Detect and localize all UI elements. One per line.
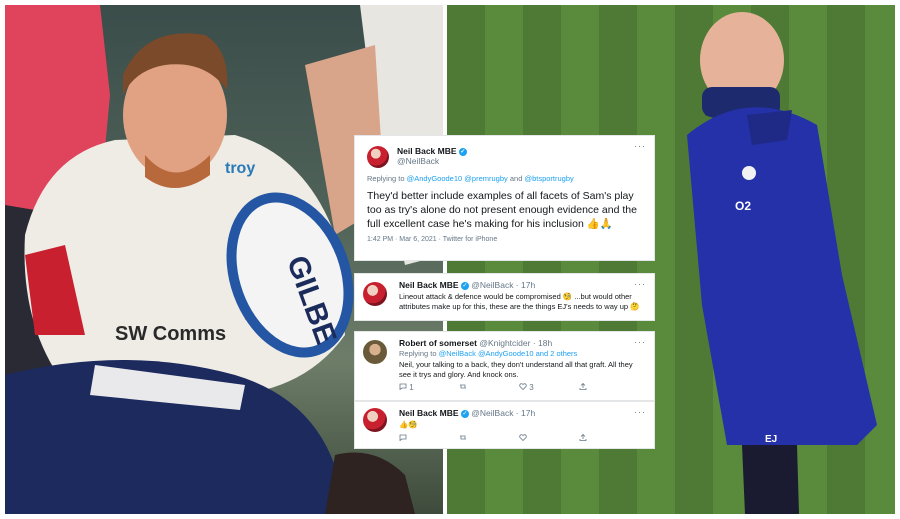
- reply-icon: [399, 383, 407, 390]
- o2-logo-text: O2: [735, 199, 751, 213]
- avatar[interactable]: [363, 282, 387, 306]
- action-bar: [399, 434, 639, 443]
- tweet-text: Neil, your talking to a back, they don't…: [399, 360, 633, 379]
- verified-icon: ✓: [460, 281, 469, 290]
- retweet-button[interactable]: [459, 434, 519, 443]
- author-name[interactable]: Robert of somerset: [399, 338, 477, 348]
- author-handle[interactable]: @NeilBack · 17h: [471, 280, 535, 290]
- reply-count: 1: [409, 383, 414, 392]
- retweet-icon: [460, 435, 466, 440]
- mention-link[interactable]: and 2 others: [536, 349, 578, 358]
- tweet-text: 👍🧐: [399, 420, 418, 429]
- like-button[interactable]: 3: [519, 383, 579, 392]
- author-line: Neil Back MBE ✓ @NeilBack · 17h: [399, 280, 646, 290]
- more-icon[interactable]: ···: [634, 407, 646, 417]
- reply-button[interactable]: 1: [399, 383, 459, 392]
- mention-link[interactable]: @NeilBack: [439, 349, 476, 358]
- replying-to-line: Replying to @AndyGoode10 @premrugby and …: [367, 174, 574, 183]
- author-line: Robert of somerset @Knightcider · 18h: [399, 338, 646, 348]
- author-name[interactable]: Neil Back MBE: [399, 280, 459, 290]
- avatar[interactable]: [363, 340, 387, 364]
- verified-icon: ✓: [460, 409, 469, 418]
- author-handle[interactable]: @Knightcider · 18h: [479, 338, 552, 348]
- author-name[interactable]: Neil Back MBE: [399, 408, 459, 418]
- heart-icon: [519, 434, 527, 441]
- tweet-text: Lineout attack & defence would be compro…: [399, 292, 640, 311]
- verified-icon: ✓: [458, 147, 467, 156]
- author-name[interactable]: Neil Back MBE ✓: [397, 146, 642, 156]
- more-icon[interactable]: ···: [634, 141, 646, 151]
- action-bar: 1 3: [399, 383, 639, 392]
- replying-to-line: Replying to @NeilBack @AndyGoode10 and 2…: [399, 349, 578, 358]
- mention-link[interactable]: @premrugby: [464, 174, 507, 183]
- author-handle[interactable]: @NeilBack · 17h: [471, 408, 535, 418]
- coach-initials: EJ: [765, 434, 777, 445]
- reply-button[interactable]: [399, 434, 459, 443]
- share-button[interactable]: [579, 434, 639, 443]
- like-count: 3: [529, 383, 534, 392]
- tweet-meta[interactable]: 1:42 PM · Mar 6, 2021 · Twitter for iPho…: [367, 236, 642, 243]
- share-icon: [579, 434, 587, 441]
- share-button[interactable]: [579, 383, 639, 392]
- sponsor-text-2: troy: [225, 160, 255, 177]
- sponsor-text: SW Comms: [115, 323, 226, 345]
- more-icon[interactable]: ···: [634, 337, 646, 347]
- mention-link[interactable]: @AndyGoode10: [478, 349, 534, 358]
- reply-tweet-card: ··· Neil Back MBE ✓ @NeilBack · 17h Line…: [355, 274, 654, 320]
- more-icon[interactable]: ···: [634, 279, 646, 289]
- avatar[interactable]: [367, 146, 389, 168]
- like-button[interactable]: [519, 434, 579, 443]
- mention-link[interactable]: @AndyGoode10: [407, 174, 463, 183]
- author-handle[interactable]: @NeilBack: [397, 156, 642, 166]
- mention-link[interactable]: @btsportrugby: [524, 174, 573, 183]
- retweet-button[interactable]: [459, 383, 519, 392]
- main-tweet-card: ··· Neil Back MBE ✓ @NeilBack Replying t…: [355, 136, 654, 260]
- tweet-text: They'd better include examples of all fa…: [367, 190, 637, 230]
- author-line: Neil Back MBE ✓ @NeilBack · 17h: [399, 408, 646, 418]
- heart-icon: [519, 383, 527, 390]
- share-icon: [579, 383, 587, 390]
- retweet-icon: [460, 384, 466, 389]
- reply-icon: [399, 434, 407, 441]
- avatar[interactable]: [363, 408, 387, 432]
